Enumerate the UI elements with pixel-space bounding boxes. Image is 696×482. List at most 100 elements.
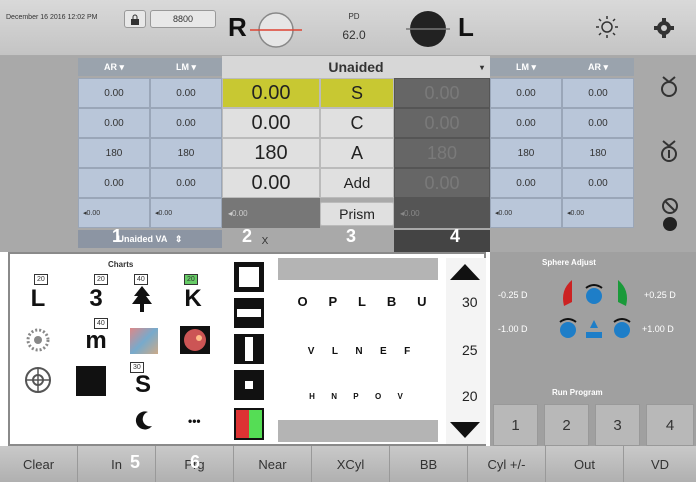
in-button[interactable]: In	[78, 446, 156, 482]
xcyl-button[interactable]: XCyl	[312, 446, 390, 482]
chart-l-button[interactable]: L	[24, 285, 52, 312]
fundus-image-button[interactable]	[180, 326, 210, 354]
astigmatism-dial-icon[interactable]	[24, 366, 52, 394]
plus-100-button[interactable]	[612, 316, 632, 340]
occluder-icon[interactable]	[660, 196, 680, 232]
run-program-4[interactable]: 4	[646, 404, 694, 446]
header-left-lm[interactable]: LM ▾	[150, 58, 222, 76]
binocular-icon[interactable]	[658, 72, 680, 100]
right-ar-axis[interactable]: 180	[562, 138, 634, 168]
mask-single-button[interactable]	[234, 370, 264, 400]
right-lm-sph[interactable]: 0.00	[490, 78, 562, 108]
pd-value[interactable]: 62.0	[334, 28, 374, 42]
mask-line-button[interactable]	[234, 298, 264, 328]
lock-icon	[131, 14, 139, 25]
header-right-lm[interactable]: LM ▾	[490, 58, 562, 76]
left-ar-cyl[interactable]: 0.00	[78, 108, 150, 138]
row-label-a[interactable]: A	[320, 138, 394, 168]
red-green-button[interactable]	[234, 408, 264, 440]
right-ar-sph[interactable]: 0.00	[562, 78, 634, 108]
left-lm-sph[interactable]: 0.00	[150, 78, 222, 108]
tree-icon[interactable]	[130, 286, 154, 312]
chart-m-button[interactable]: m	[80, 327, 112, 354]
left-lm-prism[interactable]: ◂ 0.00	[150, 198, 222, 228]
out-button[interactable]: Out	[546, 446, 624, 482]
right-ar-cyl[interactable]: 0.00	[562, 108, 634, 138]
vd-button[interactable]: VD	[624, 446, 696, 482]
right-axis-value[interactable]: 180	[222, 138, 320, 168]
left-ar-prism[interactable]: ◂ 0.00	[78, 198, 150, 228]
chart-3-button[interactable]: 3	[82, 285, 110, 312]
brightness-icon[interactable]	[596, 16, 618, 38]
size-25[interactable]: 25	[462, 342, 478, 358]
chart-selector-popup: Charts 20 L 20 3 40 20 K 40 m 30 S ••• O…	[8, 252, 486, 446]
right-ar-add[interactable]: 0.00	[562, 168, 634, 198]
right-eye-open-icon[interactable]	[246, 12, 306, 48]
size-up-arrow-icon[interactable]	[450, 264, 480, 280]
run-program-2[interactable]: 2	[544, 404, 589, 446]
top-bar: December 16 2016 12:02 PM 8800 R PD 62.0…	[0, 0, 696, 56]
right-lm-add[interactable]: 0.00	[490, 168, 562, 198]
size-30[interactable]: 30	[462, 294, 478, 310]
right-ar-prism[interactable]: ◂ 0.00	[562, 198, 634, 228]
bb-button[interactable]: BB	[390, 446, 468, 482]
sphere-eye-icon	[585, 284, 603, 304]
x-label: X	[261, 235, 269, 247]
mode-button[interactable]: 8800	[150, 10, 216, 28]
worth-dots-button[interactable]	[76, 366, 106, 396]
gear-icon[interactable]	[654, 18, 674, 38]
right-cyl-value[interactable]: 0.00	[222, 108, 320, 138]
minus-100-button[interactable]	[558, 316, 578, 340]
clear-button[interactable]: Clear	[0, 446, 78, 482]
mask-full-button[interactable]	[234, 262, 264, 292]
mask-column-button[interactable]	[234, 334, 264, 364]
size-down-arrow-icon[interactable]	[450, 422, 480, 438]
header-unaided[interactable]: Unaided ▾	[222, 56, 490, 78]
tag-40a: 40	[134, 274, 148, 285]
chart-s-button[interactable]: S	[128, 371, 158, 398]
row-label-add[interactable]: Add	[320, 168, 394, 198]
left-lm-cyl[interactable]: 0.00	[150, 108, 222, 138]
left-lm-axis[interactable]: 180	[150, 138, 222, 168]
right-lm-cyl[interactable]: 0.00	[490, 108, 562, 138]
row-label-c[interactable]: C	[320, 108, 394, 138]
left-axis-value[interactable]: 180	[394, 138, 490, 168]
size-20[interactable]: 20	[462, 388, 478, 404]
optotype-row-3[interactable]: HNPOV	[302, 392, 412, 401]
optotype-row-2[interactable]: VLNEF	[300, 346, 420, 357]
run-program-3[interactable]: 3	[595, 404, 640, 446]
dot-cluster-icon[interactable]	[26, 328, 50, 352]
left-ar-axis[interactable]: 180	[78, 138, 150, 168]
run-program-1[interactable]: 1	[493, 404, 538, 446]
left-add-value[interactable]: 0.00	[394, 168, 490, 198]
right-prism-value[interactable]: ◂ 0.00	[222, 198, 320, 228]
near-button[interactable]: Near	[234, 446, 312, 482]
cyl-toggle-button[interactable]: Cyl +/-	[468, 446, 546, 482]
plus-025-button[interactable]	[612, 278, 634, 308]
right-lm-axis[interactable]: 180	[490, 138, 562, 168]
left-lm-add[interactable]: 0.00	[150, 168, 222, 198]
optotype-row-1[interactable]: OPLBU	[288, 294, 438, 309]
chart-k-button[interactable]: K	[178, 285, 208, 312]
right-sph-value[interactable]: 0.00	[222, 78, 320, 108]
prism-button[interactable]: Prism	[320, 202, 394, 226]
left-ar-sph[interactable]: 0.00	[78, 78, 150, 108]
sphere-step-icon	[586, 320, 602, 338]
minus-025-button[interactable]	[556, 278, 578, 308]
header-right-ar[interactable]: AR ▾	[562, 58, 634, 76]
more-button[interactable]: •••	[188, 414, 201, 428]
left-prism-value[interactable]: ◂ 0.00	[394, 198, 490, 228]
left-eye-occluded-icon[interactable]	[406, 10, 450, 48]
row-label-s[interactable]: S	[320, 78, 394, 108]
lock-button[interactable]	[124, 10, 146, 28]
right-lm-prism[interactable]: ◂ 0.00	[490, 198, 562, 228]
left-cyl-value[interactable]: 0.00	[394, 108, 490, 138]
header-left-ar[interactable]: AR ▾	[78, 58, 150, 76]
left-ar-add[interactable]: 0.00	[78, 168, 150, 198]
left-sph-value[interactable]: 0.00	[394, 78, 490, 108]
moon-icon[interactable]	[134, 410, 154, 430]
picture-chart-button[interactable]	[130, 328, 158, 354]
right-add-value[interactable]: 0.00	[222, 168, 320, 198]
monocular-icon[interactable]	[658, 136, 680, 164]
va-select[interactable]: Unaided VA ⇕	[78, 230, 222, 248]
